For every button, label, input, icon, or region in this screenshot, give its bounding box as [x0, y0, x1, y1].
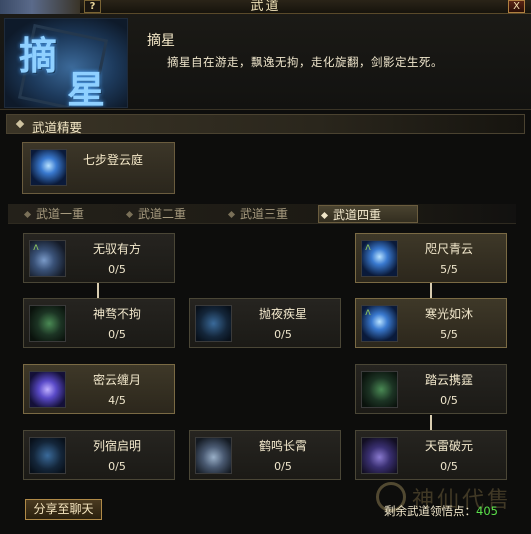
star-dots-icon — [195, 305, 232, 342]
skill-name: 神骛不拘 — [92, 307, 141, 321]
violet-figure-icon — [361, 437, 398, 474]
purple-orb-icon — [29, 371, 66, 408]
skill-card[interactable]: 神骛不拘 0/5 — [23, 298, 175, 348]
star-dots-icon — [29, 437, 66, 474]
skill-points: 0/5 — [440, 394, 458, 407]
skill-header: 摘 星 摘星 摘星自在游走，飘逸无拘，走化旋翻，剑影定生死。 — [0, 14, 531, 110]
skill-card[interactable]: ʌ 咫尺青云 5/5 — [355, 233, 507, 283]
diamond-icon — [15, 119, 25, 129]
skill-card[interactable]: 列宿启明 0/5 — [23, 430, 175, 480]
skill-name: 鹤鸣长霄 — [258, 439, 307, 453]
skill-name: 无驭有方 — [92, 242, 141, 256]
skill-card[interactable]: 踏云携霆 0/5 — [355, 364, 507, 414]
close-button[interactable]: X — [508, 0, 525, 13]
skill-points: 0/5 — [274, 328, 292, 341]
emblem-char-2: 星 — [67, 67, 106, 108]
skill-points: 0/5 — [108, 328, 126, 341]
remaining-points-value: 405 — [476, 504, 498, 518]
title-bar: ? 武道 X — [0, 0, 531, 14]
skill-card[interactable]: ʌ 无驭有方 0/5 — [23, 233, 175, 283]
tab-tier-1[interactable]: 武道一重 — [22, 205, 112, 223]
blue-burst-icon: ʌ — [361, 305, 398, 342]
tab-label: 武道三重 — [240, 207, 289, 221]
green-spiral-icon — [361, 371, 398, 408]
tab-tier-2[interactable]: 武道二重 — [124, 205, 214, 223]
school-emblem: 摘 星 — [4, 18, 128, 108]
tab-tier-3[interactable]: 武道三重 — [226, 205, 316, 223]
tab-label: 武道二重 — [138, 207, 187, 221]
skill-name: 寒光如沐 — [424, 307, 473, 321]
school-description: 摘星自在游走，飘逸无拘，走化旋翻，剑影定生死。 — [167, 55, 443, 69]
swirl-wind-icon: ʌ — [29, 240, 66, 277]
remaining-points-label: 剩余武道领悟点： — [384, 504, 476, 518]
tier-tabs: 武道一重 武道二重 武道三重 武道四重 — [8, 204, 516, 224]
green-spiral-icon — [29, 305, 66, 342]
skill-link-line — [430, 283, 432, 299]
share-to-chat-button[interactable]: 分享至聊天 — [25, 499, 102, 520]
window-title: 武道 — [250, 0, 281, 14]
skill-name: 咫尺青云 — [424, 242, 473, 256]
lightning-figure-icon: ʌ — [361, 240, 398, 277]
skill-name: 天雷破元 — [424, 439, 473, 453]
skill-card[interactable]: 天雷破元 0/5 — [355, 430, 507, 480]
skill-points: 5/5 — [440, 263, 458, 276]
tab-label: 武道一重 — [36, 207, 85, 221]
skill-points: 0/5 — [274, 460, 292, 473]
essence-skill-card[interactable]: 七步登云庭 — [22, 142, 175, 194]
skill-link-line — [430, 415, 432, 431]
scroll-icon — [195, 437, 232, 474]
skill-points: 4/5 — [108, 394, 126, 407]
skill-points: 5/5 — [440, 328, 458, 341]
lightning-figure-icon — [30, 149, 67, 186]
skill-name: 密云缠月 — [92, 373, 141, 387]
diamond-icon — [125, 210, 134, 219]
diamond-icon — [23, 210, 32, 219]
diamond-icon — [227, 210, 236, 219]
skill-link-line — [97, 283, 99, 299]
tab-label: 武道四重 — [333, 208, 382, 222]
skill-points: 0/5 — [108, 460, 126, 473]
skill-name: 踏云携霆 — [424, 373, 473, 387]
tab-tier-4[interactable]: 武道四重 — [318, 205, 418, 223]
essence-section-header: 武道精要 — [6, 114, 525, 135]
skill-name: 列宿启明 — [92, 439, 141, 453]
diamond-icon — [320, 211, 329, 220]
essence-skill-name: 七步登云庭 — [83, 153, 144, 167]
skill-card[interactable]: 鹤鸣长霄 0/5 — [189, 430, 341, 480]
school-name: 摘星 — [147, 33, 175, 49]
emblem-char-1: 摘 — [19, 33, 58, 78]
skill-points: 0/5 — [440, 460, 458, 473]
skill-card[interactable]: ʌ 寒光如沐 5/5 — [355, 298, 507, 348]
remaining-points: 剩余武道领悟点：405 — [384, 503, 498, 519]
skill-card[interactable]: 抛夜疾星 0/5 — [189, 298, 341, 348]
essence-section-label: 武道精要 — [32, 120, 83, 135]
skill-points: 0/5 — [108, 263, 126, 276]
skill-card[interactable]: 密云缠月 4/5 — [23, 364, 175, 414]
skill-name: 抛夜疾星 — [258, 307, 307, 321]
